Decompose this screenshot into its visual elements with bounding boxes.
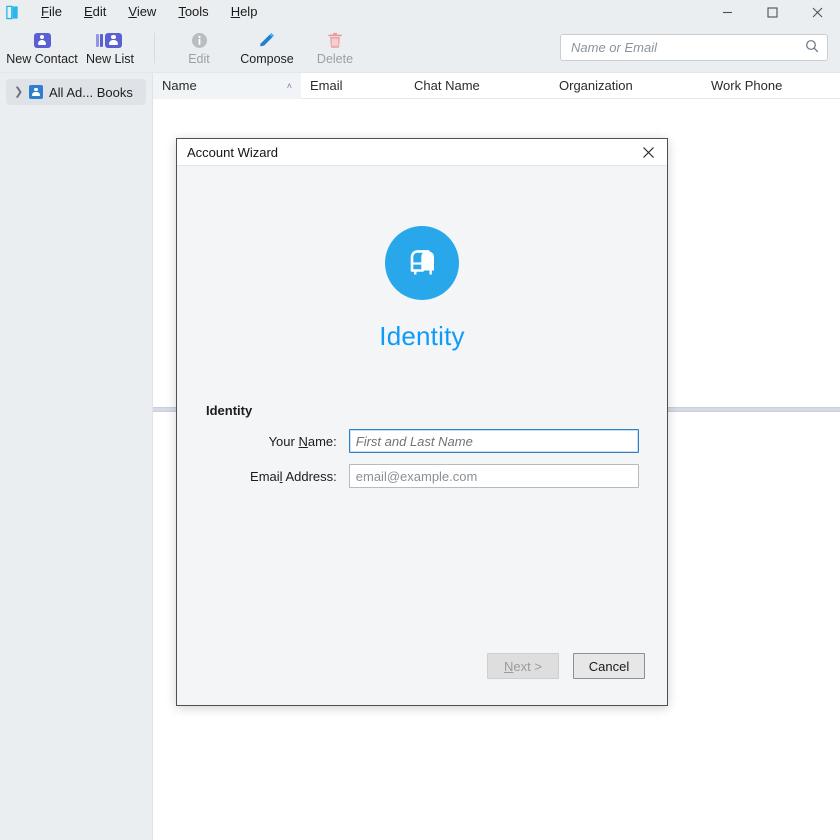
menu-help-rest: elp bbox=[240, 4, 258, 19]
edit-label: Edit bbox=[188, 52, 210, 66]
your-name-row: Your Name: bbox=[205, 429, 639, 453]
menu-bar: File Edit View Tools Help bbox=[30, 1, 268, 23]
column-header-work-phone-label: Work Phone bbox=[711, 78, 783, 93]
window-controls bbox=[705, 0, 840, 24]
your-name-label-pre: Your bbox=[268, 433, 299, 449]
menu-item-file[interactable]: File bbox=[30, 1, 73, 23]
next-button[interactable]: Next > bbox=[487, 653, 559, 679]
minimize-button[interactable] bbox=[705, 0, 750, 24]
your-name-input[interactable] bbox=[348, 429, 639, 453]
sort-ascending-icon: ˄ bbox=[286, 80, 292, 91]
toolbar: New Contact New List Edit Compose Delete… bbox=[0, 24, 840, 73]
sidebar-item-all-address-books[interactable]: ❯ All Ad... Books bbox=[6, 79, 146, 105]
new-list-icon bbox=[98, 30, 122, 50]
next-button-mnemonic: N bbox=[504, 658, 514, 674]
toolbar-separator bbox=[154, 33, 155, 63]
menu-file-rest: ile bbox=[48, 4, 62, 19]
cancel-button[interactable]: Cancel bbox=[573, 653, 645, 679]
email-address-label: Email Address: bbox=[205, 469, 349, 484]
new-list-label: New List bbox=[86, 52, 134, 66]
column-header-chat-name-label: Chat Name bbox=[414, 78, 480, 93]
logo-container bbox=[205, 226, 639, 300]
column-header-work-phone[interactable]: Work Phone bbox=[702, 73, 840, 99]
column-header-chat-name[interactable]: Chat Name bbox=[405, 73, 550, 99]
search-box[interactable] bbox=[560, 34, 828, 61]
delete-button[interactable]: Delete bbox=[301, 25, 369, 72]
menu-item-view[interactable]: View bbox=[117, 1, 167, 23]
your-name-label: Your Name: bbox=[205, 434, 349, 449]
account-wizard-dialog: Account Wizard Identity Identity Your Na… bbox=[176, 138, 668, 706]
info-icon bbox=[191, 30, 208, 50]
new-contact-icon bbox=[33, 30, 51, 50]
search-input[interactable] bbox=[569, 39, 805, 56]
trash-icon bbox=[327, 30, 343, 50]
dialog-close-button[interactable] bbox=[635, 141, 661, 163]
dialog-heading: Identity bbox=[379, 321, 465, 351]
chevron-right-icon[interactable]: ❯ bbox=[14, 86, 23, 98]
menu-item-help[interactable]: Help bbox=[220, 1, 269, 23]
dialog-title: Account Wizard bbox=[187, 144, 279, 160]
dialog-title-bar: Account Wizard bbox=[177, 139, 667, 166]
menu-file-mnemonic: F bbox=[41, 4, 49, 19]
title-bar: File Edit View Tools Help bbox=[0, 0, 840, 24]
sidebar: ❯ All Ad... Books bbox=[0, 73, 152, 840]
new-contact-label: New Contact bbox=[6, 52, 78, 66]
search-icon[interactable] bbox=[805, 39, 819, 56]
compose-label: Compose bbox=[240, 52, 294, 66]
search-container bbox=[560, 34, 828, 61]
column-header-organization[interactable]: Organization bbox=[550, 73, 702, 99]
pencil-icon bbox=[258, 30, 276, 50]
contacts-table-header: Name ˄ Email Chat Name Organization Work… bbox=[153, 72, 840, 99]
column-header-organization-label: Organization bbox=[559, 78, 633, 93]
maximize-button[interactable] bbox=[750, 0, 795, 24]
new-list-button[interactable]: New List bbox=[76, 25, 144, 72]
toolbar-create-group: New Contact New List bbox=[6, 25, 144, 72]
mailbox-icon bbox=[385, 226, 459, 300]
address-book-icon bbox=[29, 85, 43, 99]
email-address-input[interactable] bbox=[348, 464, 639, 488]
your-name-mnemonic: N bbox=[298, 433, 308, 449]
menu-tools-rest: ools bbox=[184, 4, 209, 19]
edit-button[interactable]: Edit bbox=[165, 25, 233, 72]
toolbar-action-group: Edit Compose Delete bbox=[165, 25, 369, 72]
column-header-email-label: Email bbox=[310, 78, 343, 93]
new-contact-button[interactable]: New Contact bbox=[6, 25, 78, 72]
email-address-row: Email Address: bbox=[205, 464, 639, 488]
column-header-email[interactable]: Email bbox=[301, 73, 405, 99]
next-button-label: ext > bbox=[513, 658, 542, 674]
sidebar-item-label: All Ad... Books bbox=[49, 84, 133, 100]
compose-button[interactable]: Compose bbox=[233, 25, 301, 72]
email-address-label-pre: Emai bbox=[250, 468, 280, 484]
menu-edit-mnemonic: E bbox=[83, 4, 93, 19]
your-name-label-post: ame: bbox=[307, 433, 337, 449]
cancel-button-label: Cancel bbox=[588, 658, 630, 674]
close-button[interactable] bbox=[795, 0, 840, 24]
column-header-name-label: Name bbox=[162, 78, 197, 93]
menu-help-mnemonic: H bbox=[230, 4, 241, 19]
menu-view-mnemonic: V bbox=[128, 4, 137, 19]
email-address-label-post: Address: bbox=[282, 468, 337, 484]
column-header-name[interactable]: Name ˄ bbox=[153, 72, 301, 99]
menu-edit-rest: dit bbox=[92, 4, 107, 19]
identity-group-label: Identity bbox=[206, 403, 253, 418]
menu-item-edit[interactable]: Edit bbox=[73, 1, 117, 23]
address-book-icon bbox=[0, 0, 24, 24]
dialog-footer: Next > Cancel bbox=[177, 639, 667, 705]
dialog-body: Identity Identity Your Name: Email Addre… bbox=[177, 166, 667, 705]
menu-view-rest: iew bbox=[136, 4, 157, 19]
delete-label: Delete bbox=[316, 52, 354, 66]
menu-item-tools[interactable]: Tools bbox=[167, 1, 219, 23]
